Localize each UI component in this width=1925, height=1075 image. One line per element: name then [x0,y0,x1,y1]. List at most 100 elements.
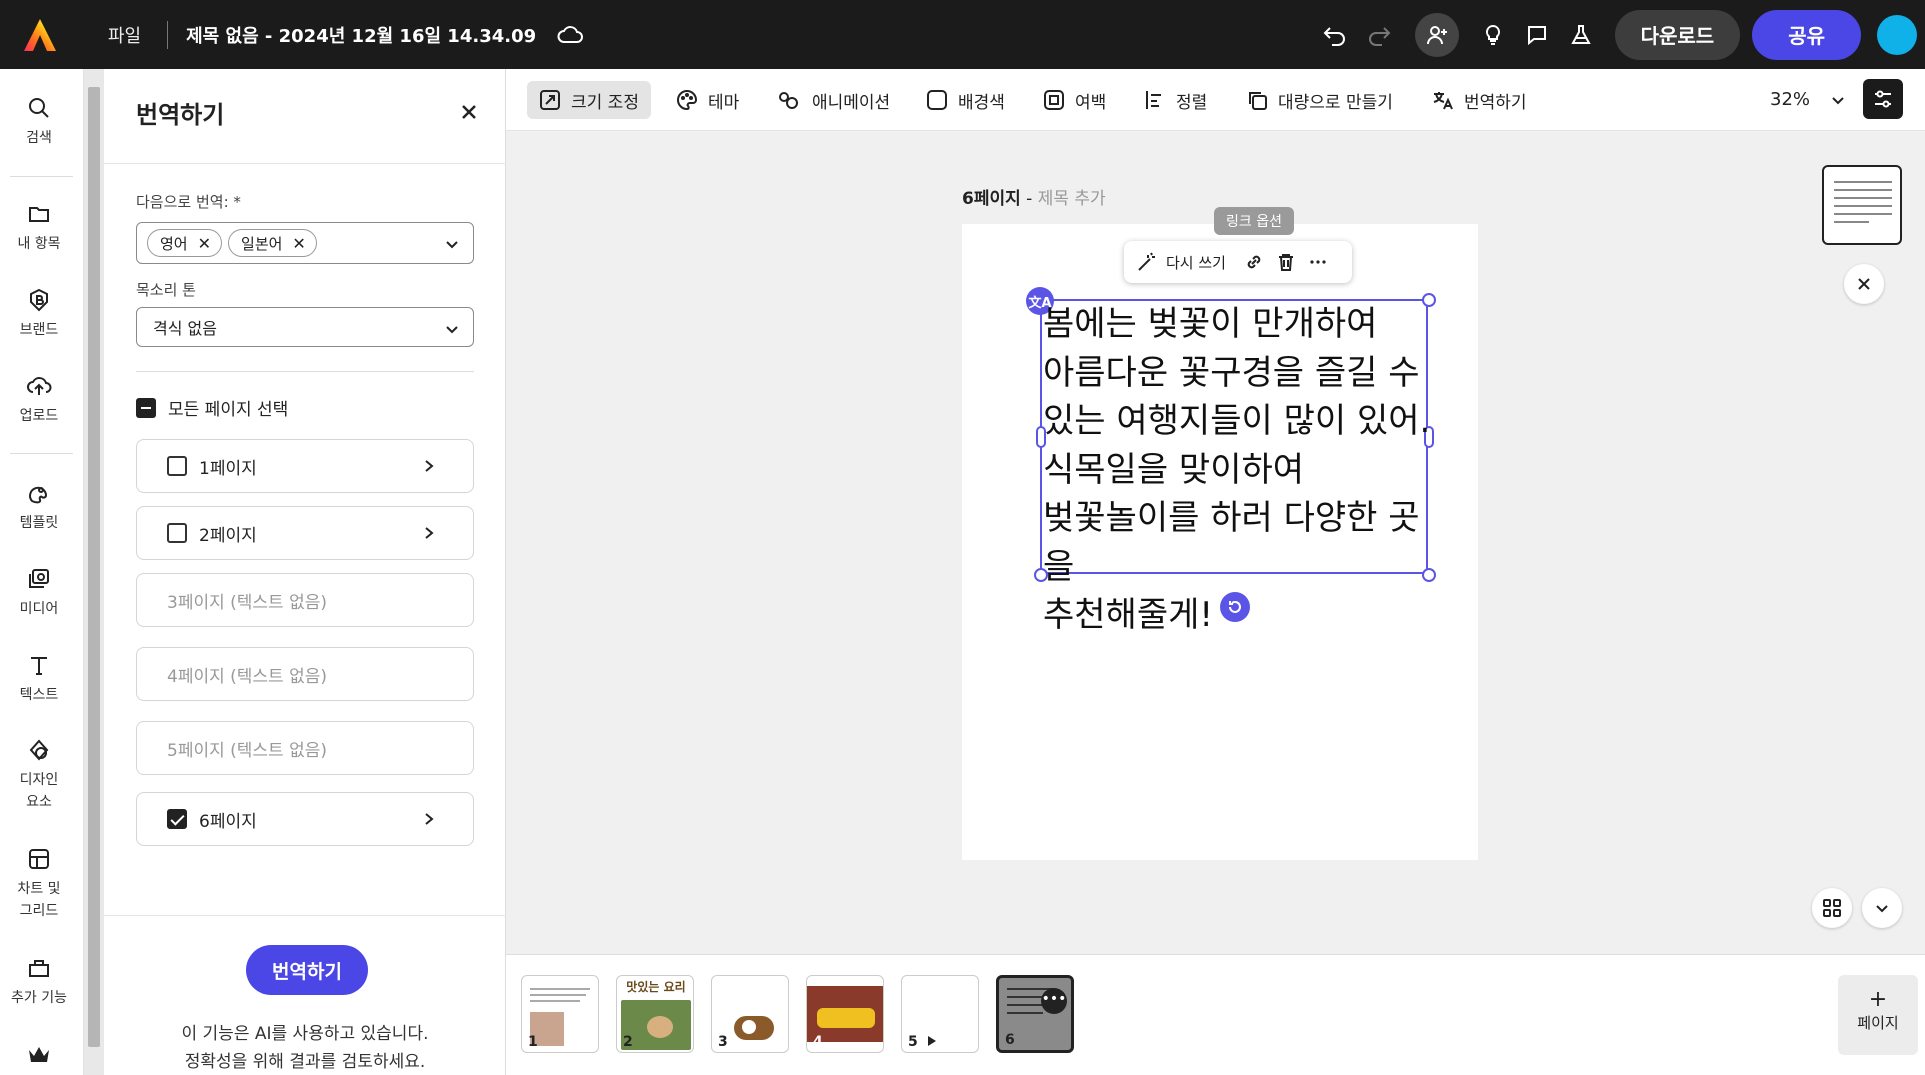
avatar[interactable] [1877,14,1917,55]
bulb-icon[interactable] [1475,17,1511,53]
trash-icon[interactable] [1276,252,1296,272]
toolbar-background-color[interactable]: 배경색 [926,81,1005,119]
file-menu[interactable]: 파일 [108,22,141,48]
page-thumbnail-2[interactable]: 맛있는 요리 2 [616,975,694,1053]
page-option-2[interactable]: 2페이지 [136,506,474,560]
page-title: 6페이지 [962,189,1021,209]
page-heading[interactable]: 6페이지 - 제목 추가 [962,184,1106,209]
text-block[interactable]: 봄에는 벚꽃이 만개하여 아름다운 꽃구경을 즐길 수 있는 여행지들이 많이 … [1043,300,1433,640]
download-button[interactable]: 다운로드 [1614,9,1741,60]
rail-item-brand[interactable]: 브랜드 [0,285,78,341]
document-title[interactable]: 제목 없음 - 2024년 12월 16일 14.34.09 [186,22,536,48]
toolbar-animation[interactable]: 애니메이션 [778,81,890,119]
translate-button[interactable]: 번역하기 [246,945,368,995]
page-number: 1 [528,1034,538,1050]
page-option-6[interactable]: 6페이지 [136,792,474,846]
magic-wand-icon [1138,252,1155,271]
grid-view-icon[interactable] [1812,888,1852,928]
rail-item-more[interactable] [0,1039,78,1073]
page-minimap[interactable] [1822,165,1902,245]
thumbnail-caption: 맛있는 요리 [626,980,686,994]
rail-item-charts-grids[interactable]: 차트 및 그리드 [0,844,78,922]
page-thumbnail-6[interactable]: ••• 6 [996,975,1074,1053]
rail-item-design-elements[interactable]: 디자인 요소 [0,735,78,813]
toolbar-bulk-create[interactable]: 대량으로 만들기 [1246,81,1393,119]
cloud-save-icon[interactable] [556,21,584,49]
rail-item-my-stuff[interactable]: 내 항목 [0,199,78,255]
page-thumbnail-1[interactable]: 1 [521,975,599,1053]
app-logo-icon[interactable] [20,15,60,55]
page-number: 3 [718,1034,728,1050]
page-option-1[interactable]: 1페이지 [136,439,474,493]
tone-select[interactable]: 격식 없음 [136,307,474,347]
brand-icon [30,288,48,312]
more-options-icon[interactable] [1308,252,1328,272]
close-icon[interactable] [454,97,484,127]
rail-item-label: 검색 [26,130,52,146]
left-rail: 검색 내 항목 브랜드 업로드 템플릿 미디어 텍스트 디자인 요소 차트 및 … [0,69,84,1075]
page-subtitle[interactable]: 제목 추가 [1038,189,1106,209]
text-line: 벚꽃놀이를 하러 다양한 곳을 [1043,498,1420,587]
page-checkbox-checked[interactable] [167,809,187,829]
share-button[interactable]: 공유 [1752,9,1861,60]
toolbar-padding[interactable]: 여백 [1043,81,1106,119]
toolbar-resize[interactable]: 크기 조정 [527,81,651,119]
flask-icon[interactable] [1563,17,1599,53]
sliders-icon [1875,90,1891,108]
padding-icon [1044,90,1064,110]
page-option-4: 4페이지 (텍스트 없음) [136,647,474,701]
toolbar-align[interactable]: 정렬 [1144,81,1207,119]
close-minimap-icon[interactable] [1844,264,1884,304]
toolbar-theme[interactable]: 테마 [676,81,739,119]
rail-item-addons[interactable]: 추가 기능 [0,953,78,1009]
rail-item-media[interactable]: 미디어 [0,564,78,620]
adjust-panel-button[interactable] [1863,79,1903,119]
rail-scrollbar[interactable] [84,69,104,1075]
page-thumbnail-4[interactable]: 4 [806,975,884,1053]
folder-icon [29,207,49,222]
zoom-value: 32% [1770,89,1811,110]
add-page-button[interactable]: + 페이지 [1838,975,1918,1055]
toolbar-translate[interactable]: 번역하기 [1432,81,1527,119]
indeterminate-checkbox[interactable] [136,397,156,418]
rail-item-search[interactable]: 검색 [0,93,78,149]
language-chip[interactable]: 일본어 ✕ [228,229,317,257]
divider [136,371,474,372]
page-option-label: 5페이지 (텍스트 없음) [167,740,328,761]
rail-item-upload[interactable]: 업로드 [0,371,78,427]
rotate-handle-icon[interactable] [1220,592,1250,622]
tone-label: 목소리 톤 [136,281,196,299]
undo-icon[interactable] [1317,17,1353,53]
toolbar-label: 대량으로 만들기 [1278,92,1393,113]
rail-divider [10,453,73,454]
invite-user-button[interactable] [1414,12,1459,57]
more-options-icon[interactable]: ••• [1041,988,1067,1014]
page-checkbox[interactable] [167,523,187,543]
animation-icon [779,92,798,109]
rail-item-label: 추가 기능 [11,990,67,1006]
rail-divider [10,176,73,177]
remove-chip-icon[interactable]: ✕ [198,234,211,253]
collapse-pages-icon[interactable] [1862,888,1902,928]
text-line: 봄에는 벚꽃이 만개하여 [1043,304,1378,344]
rail-item-text[interactable]: 텍스트 [0,650,78,706]
select-all-pages[interactable]: 모든 페이지 선택 [136,395,288,420]
crown-icon [29,1047,49,1062]
zoom-select[interactable]: 32% [1770,89,1846,110]
text-line: 있는 여행지들이 많이 있어. [1043,401,1431,441]
language-chip[interactable]: 영어 ✕ [147,229,223,257]
page-thumbnail-3[interactable]: 3 [711,975,789,1053]
page-checkbox[interactable] [167,456,187,476]
remove-chip-icon[interactable]: ✕ [292,234,305,253]
rail-item-templates[interactable]: 템플릿 [0,478,78,534]
language-select[interactable]: 영어 ✕ 일본어 ✕ [136,222,474,264]
link-icon[interactable] [1244,252,1264,272]
comment-icon[interactable] [1519,17,1555,53]
page-number: 6 [1005,1032,1015,1048]
redo-icon[interactable] [1361,17,1397,53]
page-thumbnail-5[interactable]: 5 [901,975,979,1053]
rewrite-button[interactable]: 다시 쓰기 [1166,252,1226,273]
scrollbar-thumb[interactable] [88,87,100,1047]
title-divider [167,20,169,49]
design-canvas: 6페이지 - 제목 추가 링크 옵션 다시 쓰기 文A 봄에는 벚꽃이 만개하여… [506,132,1925,954]
